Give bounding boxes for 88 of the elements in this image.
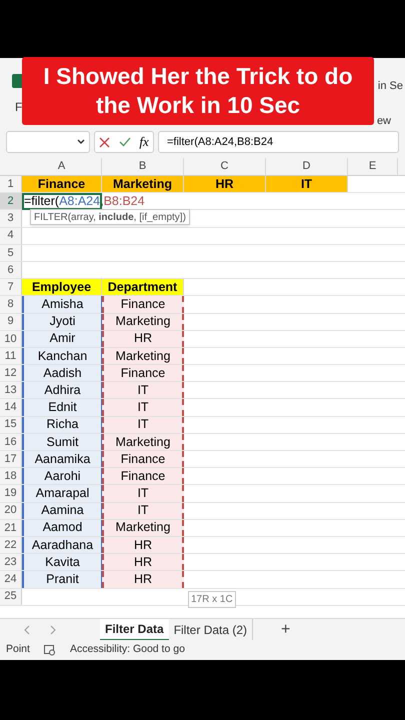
title-banner: I Showed Her the Trick to do the Work in 10 Sec — [22, 57, 374, 125]
table-cell: Pranit — [22, 571, 102, 588]
table-cell: HR — [102, 554, 184, 570]
table-cell: Finance — [102, 451, 184, 468]
table-cell: Sumit — [22, 434, 102, 450]
table-cell: Amisha — [22, 296, 102, 312]
check-icon[interactable] — [118, 137, 131, 147]
accessibility-status[interactable]: Accessibility: Good to go — [70, 642, 185, 658]
close-icon[interactable] — [99, 136, 110, 148]
table-cell: Aaradhana — [22, 536, 102, 554]
table-cell: IT — [102, 485, 184, 502]
ribbon-tab[interactable]: F — [12, 98, 22, 116]
row-header[interactable]: 12 — [0, 365, 22, 382]
table-cell: Aadish — [22, 365, 102, 382]
table-cell: Marketing — [102, 314, 184, 330]
status-mode: Point — [6, 642, 30, 658]
table-cell: Amarapal — [22, 485, 102, 502]
row-header[interactable]: 21 — [0, 520, 22, 536]
ribbon-label: in Se — [378, 79, 403, 94]
table-cell: Finance — [102, 296, 184, 312]
row-header[interactable]: 15 — [0, 416, 22, 433]
row-header[interactable]: 1 — [0, 176, 22, 192]
row-header[interactable]: 16 — [0, 434, 22, 450]
table-cell: HR — [102, 571, 184, 588]
table-cell: Aarohi — [22, 468, 102, 484]
table-cell: Employee — [22, 279, 102, 296]
row-header[interactable]: 9 — [0, 314, 22, 330]
macro-record-icon[interactable] — [44, 644, 56, 656]
table-cell: HR — [102, 330, 184, 347]
table-cell: Aamod — [22, 520, 102, 536]
column-header[interactable]: A — [22, 158, 102, 175]
table-cell: Kavita — [22, 554, 102, 570]
chevron-down-icon — [77, 139, 85, 145]
row-header[interactable]: 4 — [0, 228, 22, 244]
chevron-right-icon[interactable] — [50, 624, 56, 634]
table-cell: HR — [184, 176, 266, 192]
formula-field[interactable]: =filter(A8:A24,B8:B24 — [158, 131, 399, 153]
function-tooltip: FILTER(array, include, [if_empty]) — [30, 209, 190, 226]
chevron-left-icon[interactable] — [24, 624, 30, 634]
row-header[interactable]: 13 — [0, 382, 22, 398]
add-sheet-button[interactable]: + — [281, 618, 290, 642]
table-cell: Aamina — [22, 502, 102, 519]
row-header[interactable]: 18 — [0, 468, 22, 484]
table-cell: Finance — [102, 468, 184, 484]
row-header[interactable]: 11 — [0, 348, 22, 364]
row-header[interactable]: 2 — [0, 193, 22, 210]
column-header[interactable]: E — [348, 158, 398, 175]
table-cell: IT — [266, 176, 348, 192]
row-header[interactable]: 10 — [0, 330, 22, 347]
table-cell: Ednit — [22, 399, 102, 416]
ribbon-label: ew — [376, 114, 392, 128]
table-cell: IT — [102, 382, 184, 398]
size-tooltip: 17R x 1C — [188, 590, 236, 608]
row-header[interactable]: 20 — [0, 502, 22, 519]
column-header[interactable]: D — [266, 158, 348, 175]
row-header[interactable]: 7 — [0, 279, 22, 296]
table-cell: IT — [102, 416, 184, 433]
table-cell: Marketing — [102, 520, 184, 536]
table-cell: Marketing — [102, 434, 184, 450]
row-header[interactable]: 8 — [0, 296, 22, 312]
table-cell: Kanchan — [22, 348, 102, 364]
row-header[interactable]: 17 — [0, 451, 22, 468]
table-cell: Richa — [22, 416, 102, 433]
row-header[interactable]: 14 — [0, 399, 22, 416]
table-cell: Jyoti — [22, 314, 102, 330]
row-header[interactable]: 19 — [0, 485, 22, 502]
table-cell: Finance — [102, 365, 184, 382]
row-header[interactable]: 6 — [0, 262, 22, 278]
table-cell: Finance — [22, 176, 102, 192]
sheet-tab[interactable]: Filter Data — [100, 618, 169, 640]
row-header[interactable]: 5 — [0, 244, 22, 261]
row-header[interactable]: 3 — [0, 210, 22, 227]
table-cell: Amir — [22, 330, 102, 347]
table-cell: IT — [102, 502, 184, 519]
table-cell: Adhira — [22, 382, 102, 398]
column-header[interactable]: C — [184, 158, 266, 175]
table-cell: Aanamika — [22, 451, 102, 468]
table-cell: IT — [102, 399, 184, 416]
table-cell: Marketing — [102, 176, 184, 192]
row-header[interactable]: 25 — [0, 588, 22, 605]
table-cell: Department — [102, 279, 184, 296]
function-button[interactable]: fx — [139, 132, 149, 152]
column-header[interactable]: B — [102, 158, 184, 175]
row-header[interactable]: 23 — [0, 554, 22, 570]
table-cell: Marketing — [102, 348, 184, 364]
table-cell: HR — [102, 536, 184, 554]
row-header[interactable]: 24 — [0, 571, 22, 588]
row-header[interactable]: 22 — [0, 536, 22, 554]
